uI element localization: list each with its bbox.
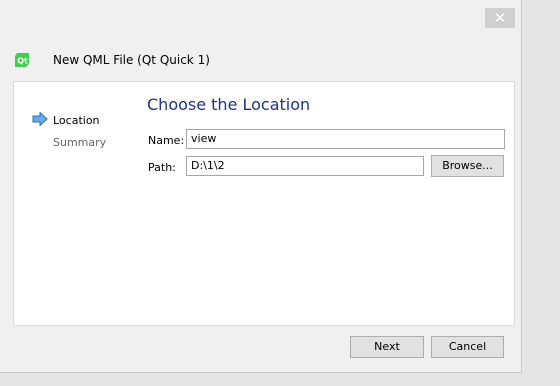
path-input[interactable]: D:\1\2: [186, 156, 424, 176]
window-title: New QML File (Qt Quick 1): [53, 53, 210, 67]
name-label: Name:: [148, 134, 185, 147]
dialog-window: ✕ Qt New QML File (Qt Quick 1) Location …: [0, 0, 522, 373]
close-icon: ✕: [493, 9, 507, 27]
path-label: Path:: [148, 161, 176, 174]
svg-text:Qt: Qt: [17, 57, 28, 66]
browse-button[interactable]: Browse...: [431, 155, 504, 177]
qt-logo-icon: Qt: [15, 53, 29, 67]
page-heading: Choose the Location: [147, 95, 311, 114]
current-step-arrow-icon: [32, 112, 48, 126]
step-summary: Summary: [53, 136, 107, 149]
step-location: Location: [53, 114, 100, 127]
close-button[interactable]: ✕: [485, 8, 515, 28]
name-input[interactable]: view: [186, 129, 505, 149]
cancel-button[interactable]: Cancel: [431, 336, 504, 358]
next-button[interactable]: Next: [350, 336, 424, 358]
